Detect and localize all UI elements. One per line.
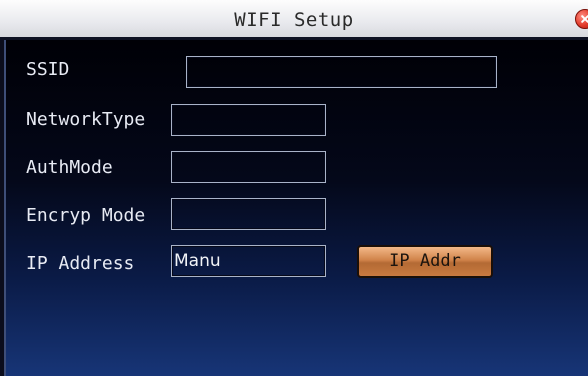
auth-mode-field[interactable]: [171, 151, 326, 183]
ssid-input[interactable]: [186, 56, 497, 88]
network-type-label: NetworkType: [26, 109, 146, 130]
window-title: WIFI Setup: [234, 9, 354, 31]
ip-address-label: IP Address: [26, 253, 135, 274]
ssid-label: SSID: [26, 59, 70, 80]
network-type-field[interactable]: [171, 104, 326, 136]
close-icon[interactable]: [575, 9, 588, 29]
auth-mode-label: AuthMode: [26, 157, 113, 178]
encryp-mode-field[interactable]: [171, 198, 326, 230]
title-bar: WIFI Setup: [0, 0, 588, 40]
wifi-setup-window: WIFI Setup SSID NetworkType AuthMode Enc…: [0, 0, 588, 376]
ip-addr-button[interactable]: IP Addr: [357, 245, 493, 278]
encryp-mode-label: Encryp Mode: [26, 205, 146, 226]
ip-address-mode-field[interactable]: Manu: [171, 245, 326, 277]
